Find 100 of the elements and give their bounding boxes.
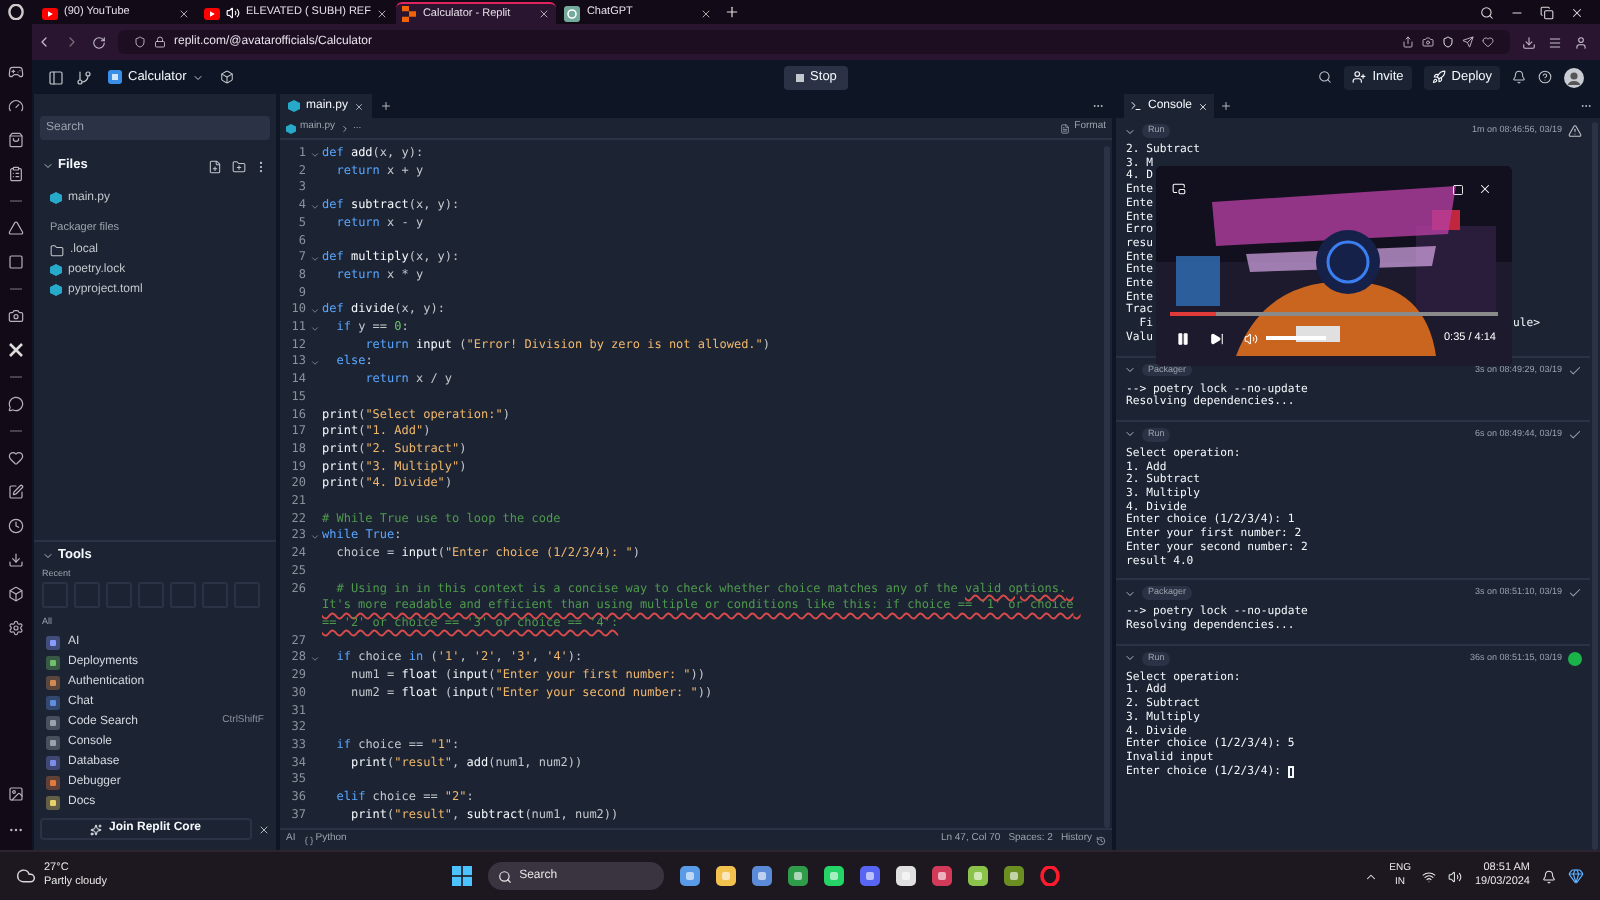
app-icon[interactable]	[967, 866, 988, 886]
sparkle-icon	[90, 823, 103, 835]
check-icon	[1568, 586, 1582, 601]
branch-icon[interactable]	[76, 69, 92, 85]
book-icon	[46, 795, 60, 809]
cube-icon[interactable]	[220, 70, 235, 84]
terminal-icon	[46, 735, 60, 749]
user-icon	[46, 675, 60, 689]
collapse-icon[interactable]	[42, 160, 54, 172]
database-icon	[46, 755, 60, 769]
video-favicon-icon	[42, 7, 58, 19]
square-icon[interactable]	[8, 254, 24, 270]
restore-icon[interactable]	[1540, 6, 1554, 20]
wifi-icon[interactable]	[1422, 869, 1437, 883]
heart-icon[interactable]	[8, 450, 24, 466]
start-icon[interactable]	[451, 866, 472, 886]
bell-icon[interactable]	[1542, 869, 1556, 883]
tray-icon[interactable]	[1363, 869, 1378, 883]
warning-icon	[1568, 124, 1582, 138]
close-icon[interactable]	[700, 7, 713, 19]
fold-icon[interactable]	[309, 201, 319, 212]
fold-icon[interactable]	[309, 358, 319, 369]
help-icon[interactable]	[1538, 70, 1552, 84]
volume-icon[interactable]	[1448, 869, 1463, 883]
gamepad-icon[interactable]	[8, 64, 24, 80]
send-icon[interactable]	[1462, 36, 1474, 48]
edit-icon[interactable]	[8, 484, 24, 500]
new-folder-icon[interactable]	[232, 159, 246, 173]
heart-icon[interactable]	[1482, 36, 1494, 48]
pip-icon[interactable]	[1172, 182, 1186, 196]
fold-icon[interactable]	[309, 306, 319, 317]
menu-icon[interactable]	[1548, 35, 1562, 49]
document-icon	[1060, 123, 1071, 133]
shield-icon[interactable]	[134, 36, 146, 48]
chat-favicon-icon	[564, 5, 581, 21]
share-icon[interactable]	[1402, 36, 1414, 48]
weather-icon[interactable]	[16, 866, 36, 886]
search-icon[interactable]	[1480, 6, 1494, 20]
fold-icon[interactable]	[309, 254, 319, 265]
collapse-icon[interactable]	[1124, 364, 1136, 377]
fold-icon[interactable]	[309, 654, 319, 665]
new-file-icon[interactable]	[208, 159, 222, 173]
collapse-icon[interactable]	[1124, 652, 1136, 665]
close-icon[interactable]	[538, 8, 551, 20]
next-icon[interactable]	[1210, 331, 1224, 345]
fold-icon[interactable]	[309, 149, 319, 160]
app-icon[interactable]	[895, 866, 916, 886]
window-icon[interactable]	[1452, 184, 1464, 196]
triangle-icon[interactable]	[8, 220, 24, 236]
cube-icon[interactable]	[8, 586, 24, 602]
settings-icon[interactable]	[8, 620, 24, 636]
camera-icon[interactable]	[8, 308, 24, 324]
file-icon	[286, 123, 296, 133]
app-icon[interactable]	[931, 866, 952, 886]
camera-icon[interactable]	[1422, 36, 1434, 48]
close-icon[interactable]	[1570, 6, 1584, 20]
bug-icon	[46, 775, 60, 789]
volume-icon[interactable]	[1244, 331, 1258, 345]
download-icon[interactable]	[1522, 35, 1536, 49]
check-icon	[1568, 427, 1582, 442]
video-favicon-icon	[204, 7, 220, 19]
bell-icon[interactable]	[1512, 70, 1526, 84]
collapse-icon[interactable]	[1124, 428, 1136, 441]
new-tab-icon[interactable]	[724, 4, 741, 20]
rocket-icon	[46, 655, 60, 669]
download-icon[interactable]	[8, 552, 24, 568]
clock-icon[interactable]	[8, 518, 24, 534]
reload-icon[interactable]	[92, 35, 106, 49]
search-icon[interactable]	[1318, 70, 1333, 84]
chat-icon	[46, 695, 60, 709]
clipboard-icon[interactable]	[8, 166, 24, 182]
collapse-icon[interactable]	[1124, 587, 1136, 600]
image-icon[interactable]	[8, 786, 24, 802]
chat-bubble-icon[interactable]	[8, 396, 24, 412]
collapse-icon[interactable]	[1124, 125, 1136, 137]
gauge-icon[interactable]	[8, 98, 24, 114]
caret-icon	[192, 71, 205, 83]
back-icon[interactable]	[36, 34, 52, 50]
close-icon[interactable]	[178, 7, 190, 19]
close-icon[interactable]	[376, 7, 389, 19]
search-icon	[46, 715, 60, 729]
add-user-icon	[1352, 70, 1367, 84]
avatar-icon[interactable]	[1564, 67, 1584, 87]
bag-icon[interactable]	[8, 132, 24, 148]
profile-icon[interactable]	[1574, 35, 1588, 49]
x-logo-icon[interactable]	[8, 342, 24, 358]
fold-icon[interactable]	[309, 532, 319, 543]
new-tab-icon[interactable]	[380, 100, 393, 112]
forward-icon[interactable]	[64, 34, 80, 50]
browser-logo-icon[interactable]	[8, 4, 24, 20]
new-tab-icon[interactable]	[1220, 100, 1233, 112]
history-icon	[1096, 835, 1106, 845]
pause-icon[interactable]	[1176, 331, 1190, 345]
app-icon[interactable]	[1003, 866, 1024, 886]
close-icon[interactable]	[258, 823, 270, 835]
collapse-icon[interactable]	[42, 549, 54, 561]
sidebar-toggle-icon[interactable]	[48, 69, 64, 85]
minimize-icon[interactable]	[1510, 6, 1524, 20]
fold-icon[interactable]	[309, 323, 319, 334]
braces-icon	[303, 835, 314, 845]
